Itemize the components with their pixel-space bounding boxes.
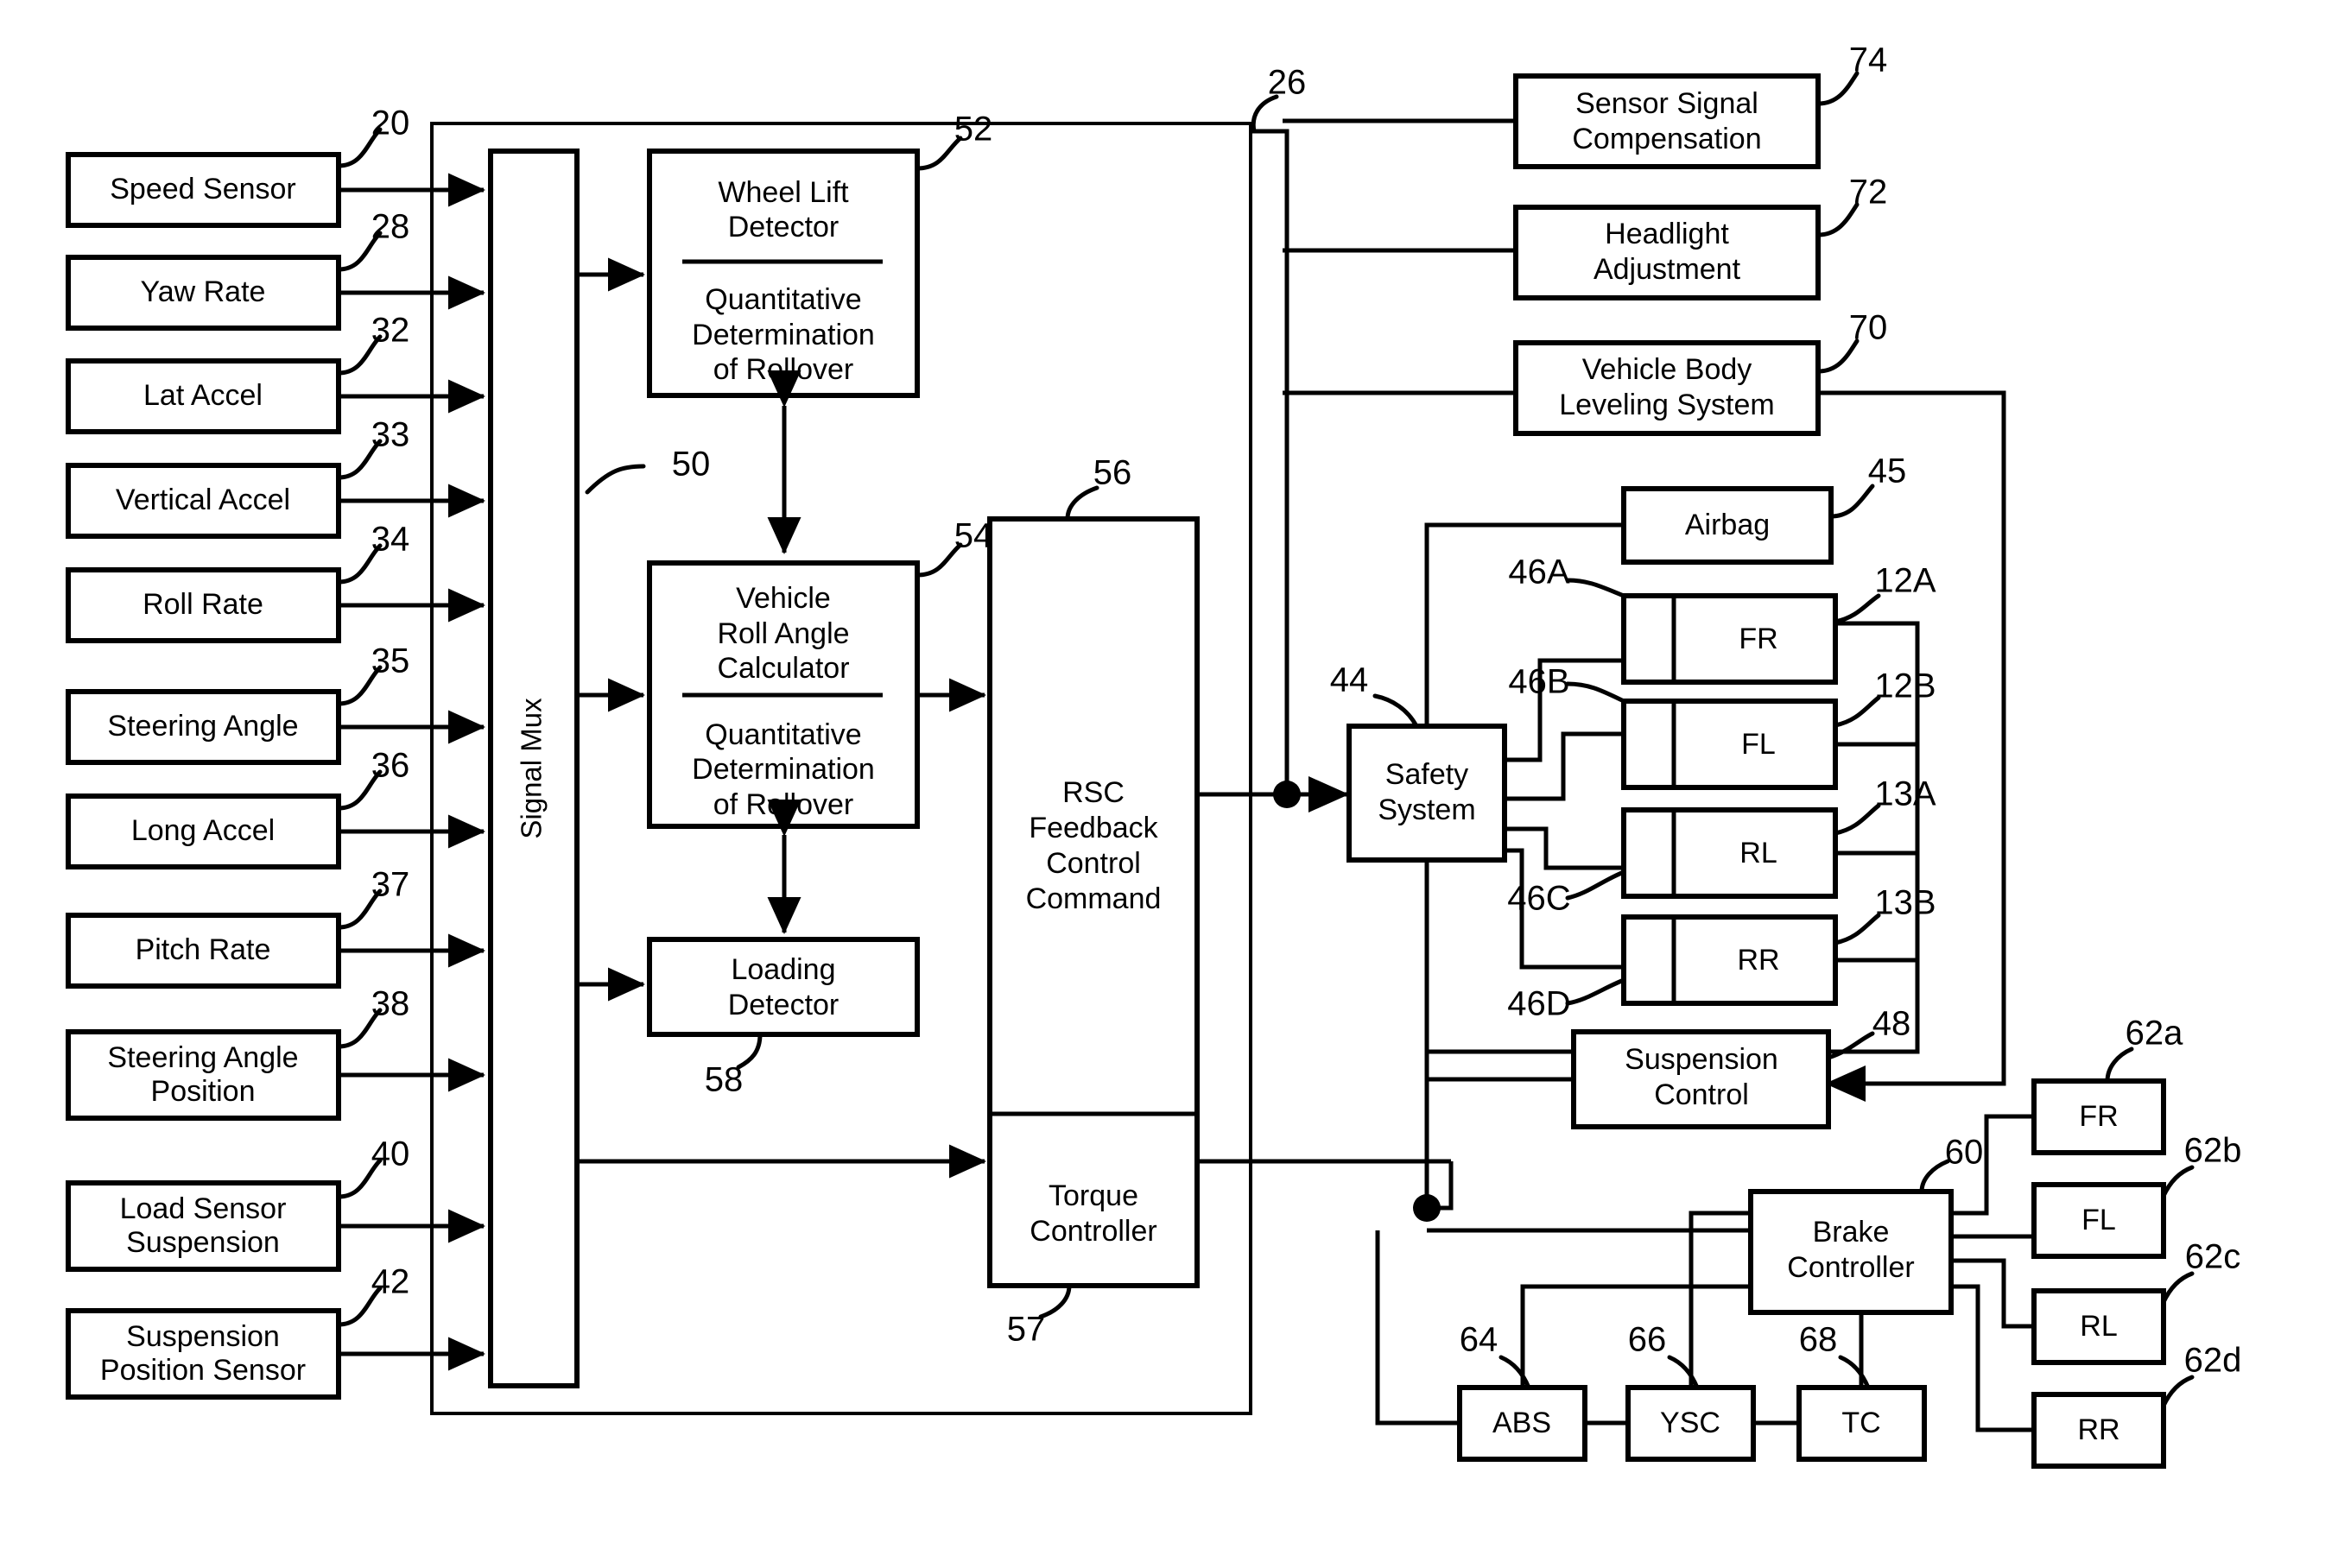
rsc-label-line1: RSC	[1062, 776, 1125, 809]
ref-numeral: 36	[371, 747, 410, 785]
rsc-label-line4: Command	[1026, 882, 1162, 915]
roll-angle-title-line2: Roll Angle	[717, 617, 849, 650]
torque-label-line1: Torque	[1049, 1179, 1138, 1212]
sensor-label-line1: Steering Angle	[107, 1041, 298, 1074]
ref-numeral-roll-angle: 54	[954, 517, 993, 555]
brake-actuator-label: FR	[2079, 1100, 2118, 1133]
sensor-label-line1: Load Sensor	[120, 1192, 287, 1225]
airbag-label: Airbag	[1685, 509, 1770, 541]
sensor-signal-comp-line1: Sensor Signal	[1575, 87, 1758, 120]
sensor-label: Long Accel	[131, 814, 275, 847]
safety-actuator-label: RR	[1737, 944, 1779, 977]
wheel-lift-sub-line2: Determination	[692, 319, 875, 351]
ref-numeral: 38	[371, 985, 410, 1023]
ref-numeral: 34	[371, 521, 410, 559]
ref-numeral-rsc: 56	[1093, 454, 1132, 492]
safety-actuator-label: RL	[1739, 837, 1777, 869]
ref-numeral-torque: 57	[1007, 1311, 1046, 1349]
brake-actuator-label: RR	[2077, 1413, 2119, 1446]
sensor-label-line2: Position Sensor	[100, 1354, 306, 1387]
ref-numeral-12a: 12A	[1874, 562, 1936, 600]
ref-numeral: 40	[371, 1135, 410, 1173]
body-leveling-line2: Leveling System	[1559, 389, 1774, 421]
ref-numeral-abs: 64	[1460, 1321, 1498, 1359]
sensor-signal-comp-line2: Compensation	[1572, 123, 1761, 155]
sensor-label: Steering Angle	[107, 710, 298, 743]
ref-numeral-13a: 13A	[1874, 775, 1936, 813]
wheel-lift-sub-line3: of Rollover	[713, 353, 854, 386]
rsc-label-line3: Control	[1046, 847, 1141, 880]
headlight-line2: Adjustment	[1594, 253, 1741, 286]
brake-actuator-label: FL	[2081, 1204, 2116, 1236]
brake-subsystem-label: YSC	[1660, 1407, 1720, 1439]
brake-actuator-label: RL	[2080, 1310, 2117, 1343]
ref-numeral-62d: 62d	[2184, 1342, 2242, 1380]
roll-angle-title-line1: Vehicle	[736, 582, 831, 615]
wheel-lift-title-line1: Wheel Lift	[718, 176, 849, 209]
ref-numeral-headlight: 72	[1849, 174, 1888, 212]
ref-numeral-12b: 12B	[1874, 667, 1936, 705]
ref-numeral: 20	[371, 104, 410, 142]
ref-numeral-wheel-lift: 52	[954, 111, 993, 149]
ref-numeral-62c: 62c	[2185, 1238, 2241, 1276]
loading-detector-line1: Loading	[731, 953, 835, 986]
brake-subsystem-label: ABS	[1492, 1407, 1551, 1439]
sensor-label: Vertical Accel	[116, 484, 290, 516]
safety-actuator-label: FL	[1741, 728, 1776, 761]
ref-numeral: 35	[371, 642, 410, 680]
ref-numeral: 42	[371, 1263, 410, 1301]
ref-numeral-body-leveling: 70	[1849, 309, 1888, 347]
torque-label-line2: Controller	[1030, 1215, 1156, 1248]
sensor-label-line2: Position	[151, 1075, 256, 1108]
wheel-lift-sub-line1: Quantitative	[705, 283, 861, 316]
brake-subsystem-label: TC	[1841, 1407, 1880, 1439]
ref-numeral-airbag: 45	[1868, 452, 1907, 490]
ref-numeral: 28	[371, 208, 410, 246]
suspension-control-line2: Control	[1654, 1078, 1749, 1111]
ref-numeral-controller: 26	[1268, 64, 1307, 102]
roll-angle-title-line3: Calculator	[717, 652, 849, 685]
brake-controller-line1: Brake	[1813, 1216, 1890, 1249]
headlight-line1: Headlight	[1605, 218, 1729, 250]
ref-numeral-safety-system: 44	[1330, 661, 1369, 699]
sensor-label: Pitch Rate	[136, 933, 271, 966]
ref-numeral-46d: 46D	[1507, 985, 1570, 1023]
ref-numeral: 37	[371, 866, 410, 904]
ref-numeral-13b: 13B	[1874, 884, 1936, 922]
body-leveling-line1: Vehicle Body	[1582, 353, 1752, 386]
sensor-label-line1: Suspension	[126, 1320, 280, 1353]
patent-block-diagram: Speed Sensor Yaw Rate Lat Accel Vertical…	[0, 0, 2338, 1568]
ref-numeral-46b: 46B	[1508, 663, 1569, 701]
brake-controller-line2: Controller	[1787, 1251, 1914, 1284]
ref-numeral-62b: 62b	[2184, 1132, 2242, 1170]
ref-numeral-signal-mux: 50	[672, 446, 711, 484]
sensor-label: Roll Rate	[143, 588, 263, 621]
safety-system-line1: Safety	[1385, 758, 1468, 791]
sensor-label-line2: Suspension	[126, 1226, 280, 1259]
sensor-label: Speed Sensor	[110, 173, 296, 205]
wheel-lift-title-line2: Detector	[728, 211, 840, 243]
ref-numeral: 32	[371, 312, 410, 350]
ref-numeral-sensor-signal-comp: 74	[1849, 41, 1888, 79]
roll-angle-sub-line3: of Rollover	[713, 788, 854, 821]
sensor-label: Lat Accel	[143, 379, 263, 412]
suspension-control-line1: Suspension	[1625, 1043, 1778, 1076]
ref-numeral-46a: 46A	[1508, 553, 1569, 591]
roll-angle-sub-line2: Determination	[692, 753, 875, 786]
ref-numeral-loading-detector: 58	[705, 1061, 744, 1099]
ref-numeral-ysc: 66	[1628, 1321, 1667, 1359]
ref-numeral-62a: 62a	[2126, 1015, 2183, 1053]
safety-actuator-label: FR	[1739, 623, 1777, 655]
signal-mux-label: Signal Mux	[516, 698, 548, 839]
ref-numeral-46c: 46C	[1507, 880, 1570, 918]
ref-numeral-brake-controller: 60	[1945, 1134, 1984, 1172]
roll-angle-sub-line1: Quantitative	[705, 718, 861, 751]
loading-detector-line2: Detector	[728, 989, 840, 1021]
rsc-label-line2: Feedback	[1029, 812, 1158, 844]
sensor-label: Yaw Rate	[141, 275, 266, 308]
ref-numeral-suspension-control: 48	[1872, 1005, 1911, 1043]
safety-system-line2: System	[1378, 793, 1475, 826]
ref-numeral: 33	[371, 416, 410, 454]
ref-numeral-tc: 68	[1799, 1321, 1838, 1359]
